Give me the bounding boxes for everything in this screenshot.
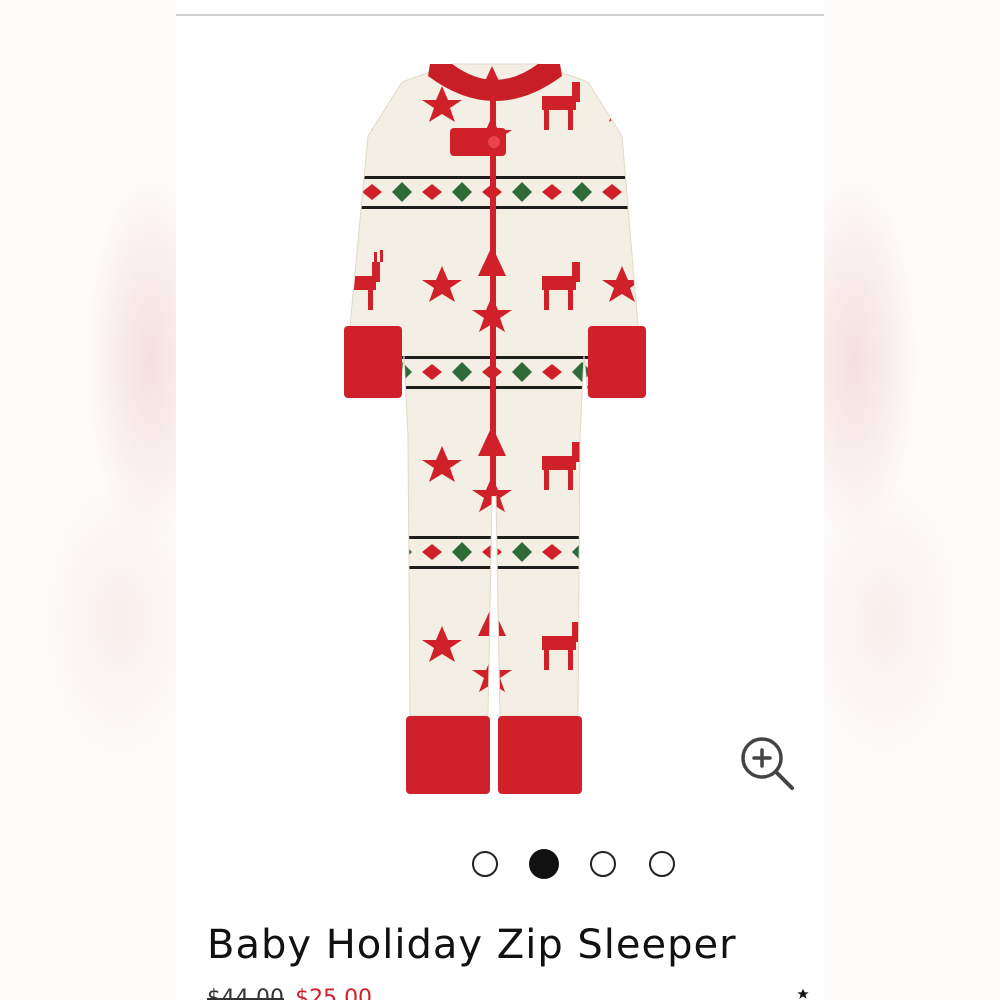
price-row: $44.00 $25.00: [207, 988, 507, 1000]
carousel-dot-2[interactable]: [529, 849, 559, 879]
original-price: $44.00: [207, 988, 284, 1000]
product-panel: Baby Holiday Zip Sleeper $44.00 $25.00: [176, 0, 824, 1000]
top-divider: [176, 14, 824, 16]
product-image[interactable]: [322, 56, 668, 800]
background-blur-left: [0, 0, 176, 1000]
star-icon[interactable]: [788, 988, 818, 1000]
zoom-in-icon[interactable]: [738, 734, 798, 794]
product-title: Baby Holiday Zip Sleeper: [207, 922, 737, 968]
carousel-dot-1[interactable]: [472, 851, 498, 877]
carousel-dot-3[interactable]: [590, 851, 616, 877]
background-blur-right: [824, 0, 1000, 1000]
sale-price: $25.00: [295, 988, 372, 1000]
carousel-dot-4[interactable]: [649, 851, 675, 877]
